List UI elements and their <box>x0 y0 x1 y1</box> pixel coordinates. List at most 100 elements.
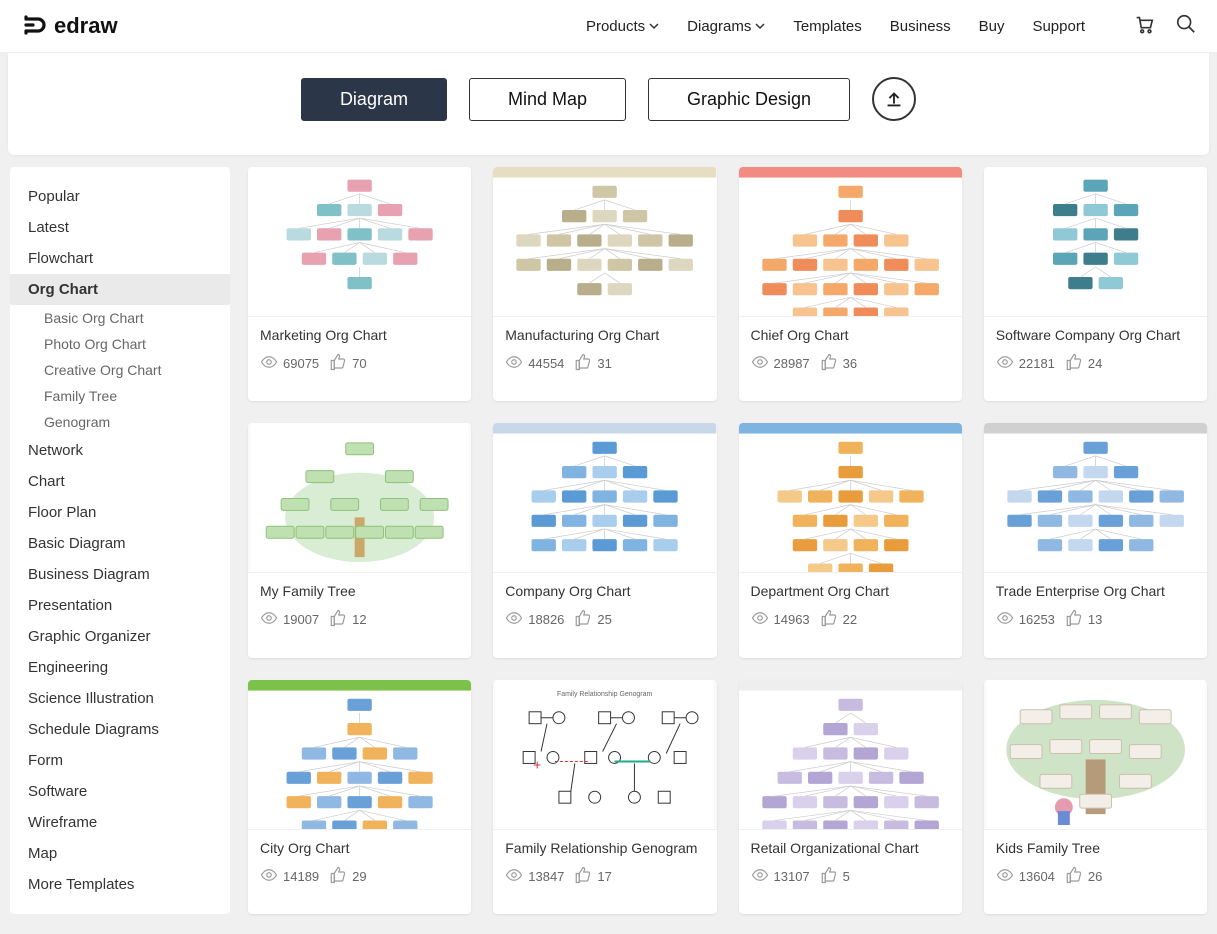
template-card[interactable]: City Org Chart 14189 29 <box>248 680 471 914</box>
nav-templates-label: Templates <box>793 18 861 35</box>
upload-icon <box>883 88 905 110</box>
template-card[interactable]: Retail Organizational Chart 13107 5 <box>739 680 962 914</box>
template-card[interactable]: Manufacturing Org Chart 44554 31 <box>493 167 716 401</box>
template-card[interactable]: My Family Tree 19007 12 <box>248 423 471 657</box>
template-thumbnail <box>248 680 471 830</box>
eye-icon <box>260 866 278 887</box>
views-count: 16253 <box>1019 612 1055 627</box>
nav-support-label: Support <box>1032 18 1085 35</box>
template-card[interactable]: Kids Family Tree 13604 26 <box>984 680 1207 914</box>
likes-stat[interactable]: 36 <box>820 353 857 374</box>
search-icon[interactable] <box>1175 13 1197 40</box>
likes-stat[interactable]: 17 <box>574 866 611 887</box>
likes-stat[interactable]: 70 <box>329 353 366 374</box>
nav-diagrams[interactable]: Diagrams <box>687 18 765 35</box>
template-card[interactable]: Family Relationship Genogram+ Family Rel… <box>493 680 716 914</box>
sidebar-category[interactable]: Science Illustration <box>10 683 230 714</box>
views-count: 19007 <box>283 612 319 627</box>
eye-icon <box>996 353 1014 374</box>
template-thumbnail <box>984 680 1207 830</box>
likes-stat[interactable]: 29 <box>329 866 366 887</box>
likes-stat[interactable]: 13 <box>1065 609 1102 630</box>
template-card[interactable]: Marketing Org Chart 69075 70 <box>248 167 471 401</box>
template-stats: 16253 13 <box>996 609 1195 630</box>
likes-stat[interactable]: 25 <box>574 609 611 630</box>
eye-icon <box>751 353 769 374</box>
likes-stat[interactable]: 26 <box>1065 866 1102 887</box>
likes-count: 22 <box>843 612 857 627</box>
sidebar-category[interactable]: Map <box>10 838 230 869</box>
sidebar-subcategory[interactable]: Basic Org Chart <box>10 305 230 331</box>
views-count: 13107 <box>774 869 810 884</box>
sidebar-category[interactable]: Latest <box>10 212 230 243</box>
template-title: City Org Chart <box>260 840 459 856</box>
nav-products[interactable]: Products <box>586 18 659 35</box>
sidebar-category[interactable]: Form <box>10 745 230 776</box>
sidebar-subcategory[interactable]: Photo Org Chart <box>10 331 230 357</box>
sidebar-category[interactable]: Org Chart <box>10 274 230 305</box>
nav-support[interactable]: Support <box>1032 18 1085 35</box>
likes-stat[interactable]: 5 <box>820 866 850 887</box>
cart-icon[interactable] <box>1133 13 1155 40</box>
eye-icon <box>505 353 523 374</box>
sidebar-category[interactable]: Presentation <box>10 590 230 621</box>
sidebar-subcategory[interactable]: Creative Org Chart <box>10 357 230 383</box>
nav-templates[interactable]: Templates <box>793 18 861 35</box>
likes-stat[interactable]: 22 <box>820 609 857 630</box>
template-body: Manufacturing Org Chart 44554 31 <box>493 317 716 386</box>
sidebar-category[interactable]: Network <box>10 435 230 466</box>
thumb-up-icon <box>329 609 347 630</box>
nav-buy[interactable]: Buy <box>979 18 1005 35</box>
sidebar-category[interactable]: Flowchart <box>10 243 230 274</box>
upload-button[interactable] <box>872 77 916 121</box>
nav-buy-label: Buy <box>979 18 1005 35</box>
sidebar-category[interactable]: Popular <box>10 181 230 212</box>
svg-text:Family Relationship Genogram: Family Relationship Genogram <box>557 691 652 698</box>
views-count: 22181 <box>1019 356 1055 371</box>
likes-stat[interactable]: 31 <box>574 353 611 374</box>
sidebar-category[interactable]: Schedule Diagrams <box>10 714 230 745</box>
template-card[interactable]: Department Org Chart 14963 22 <box>739 423 962 657</box>
template-card[interactable]: Company Org Chart 18826 25 <box>493 423 716 657</box>
likes-stat[interactable]: 24 <box>1065 353 1102 374</box>
logo[interactable]: edraw <box>20 12 118 40</box>
likes-count: 13 <box>1088 612 1102 627</box>
template-card[interactable]: Chief Org Chart 28987 36 <box>739 167 962 401</box>
views-stat: 28987 <box>751 353 810 374</box>
template-body: Marketing Org Chart 69075 70 <box>248 317 471 386</box>
template-thumbnail <box>739 167 962 317</box>
views-count: 13847 <box>528 869 564 884</box>
sidebar-subcategory[interactable]: Family Tree <box>10 383 230 409</box>
template-card[interactable]: Trade Enterprise Org Chart 16253 13 <box>984 423 1207 657</box>
views-stat: 44554 <box>505 353 564 374</box>
template-card[interactable]: Software Company Org Chart 22181 24 <box>984 167 1207 401</box>
sidebar-category[interactable]: Floor Plan <box>10 497 230 528</box>
sidebar-category[interactable]: Chart <box>10 466 230 497</box>
sidebar-category[interactable]: Engineering <box>10 652 230 683</box>
eye-icon <box>505 866 523 887</box>
likes-count: 26 <box>1088 869 1102 884</box>
eye-icon <box>996 609 1014 630</box>
template-stats: 14963 22 <box>751 609 950 630</box>
thumb-up-icon <box>1065 866 1083 887</box>
template-thumbnail <box>493 167 716 317</box>
sidebar-category[interactable]: Business Diagram <box>10 559 230 590</box>
template-title: Marketing Org Chart <box>260 327 459 343</box>
sidebar-category[interactable]: Software <box>10 776 230 807</box>
sidebar-category[interactable]: Graphic Organizer <box>10 621 230 652</box>
template-thumbnail <box>248 167 471 317</box>
sidebar-category[interactable]: More Templates <box>10 869 230 900</box>
template-stats: 14189 29 <box>260 866 459 887</box>
nav-business-label: Business <box>890 18 951 35</box>
sidebar-category[interactable]: Basic Diagram <box>10 528 230 559</box>
thumb-up-icon <box>574 609 592 630</box>
sidebar-subcategory[interactable]: Genogram <box>10 409 230 435</box>
tab-mindmap[interactable]: Mind Map <box>469 78 626 121</box>
tab-diagram[interactable]: Diagram <box>301 78 447 121</box>
svg-text:+: + <box>533 756 541 772</box>
nav-business[interactable]: Business <box>890 18 951 35</box>
template-title: Trade Enterprise Org Chart <box>996 583 1195 599</box>
tab-graphic-design[interactable]: Graphic Design <box>648 78 850 121</box>
sidebar-category[interactable]: Wireframe <box>10 807 230 838</box>
likes-stat[interactable]: 12 <box>329 609 366 630</box>
